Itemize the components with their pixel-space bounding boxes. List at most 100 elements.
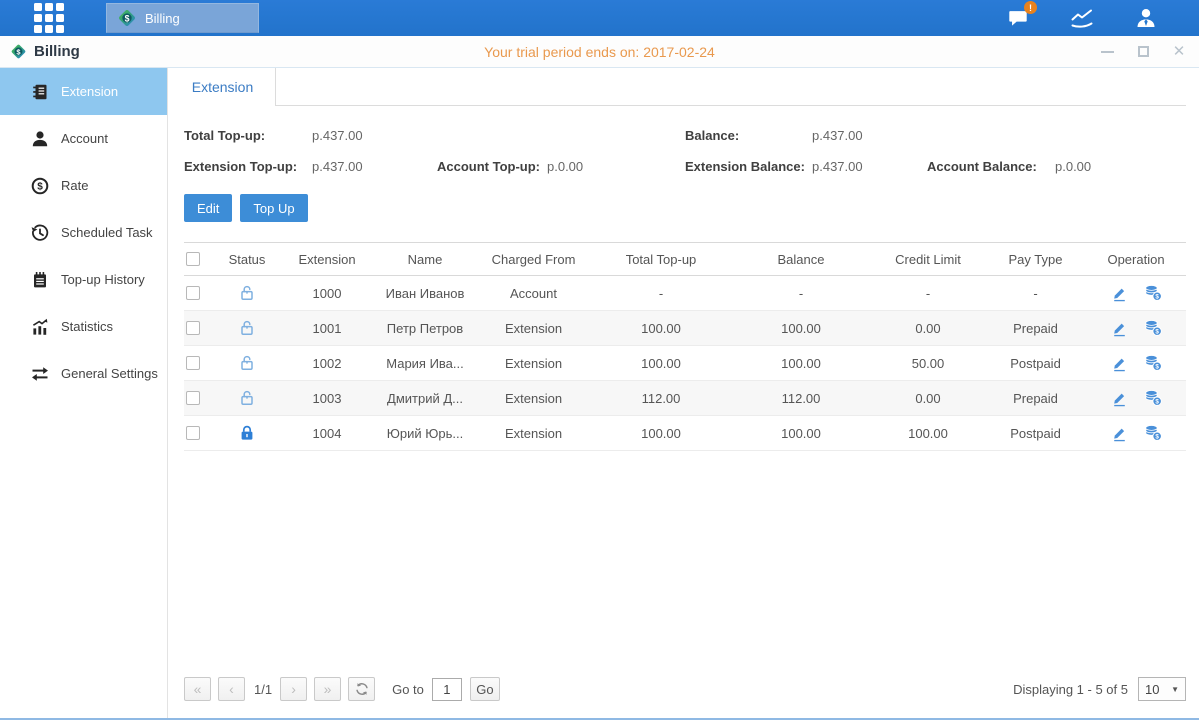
notepad-icon bbox=[30, 270, 49, 289]
svg-text:$: $ bbox=[37, 181, 43, 192]
topup-coins-icon[interactable]: $ bbox=[1144, 424, 1162, 442]
svg-text:$: $ bbox=[1155, 293, 1159, 300]
lock-icon[interactable] bbox=[238, 424, 256, 442]
sidebar-item-statistics[interactable]: Statistics bbox=[0, 303, 167, 350]
dropdown-arrow-icon: ▼ bbox=[1171, 685, 1179, 694]
cell-credit-limit: 0.00 bbox=[871, 321, 985, 336]
minimize-button[interactable] bbox=[1099, 44, 1115, 60]
page-size-value: 10 bbox=[1145, 682, 1159, 697]
header-total-topup: Total Top-up bbox=[591, 252, 731, 267]
prev-page-button[interactable]: ‹ bbox=[218, 677, 245, 701]
dollar-circle-icon: $ bbox=[30, 176, 49, 195]
last-page-button[interactable]: » bbox=[314, 677, 341, 701]
extension-balance-label: Extension Balance: bbox=[685, 159, 812, 174]
close-button[interactable]: ✕ bbox=[1171, 44, 1187, 60]
cell-pay-type: Prepaid bbox=[985, 321, 1086, 336]
history-clock-icon bbox=[30, 223, 49, 242]
svg-text:$: $ bbox=[1155, 363, 1159, 370]
cell-name: Юрий Юрь... bbox=[374, 426, 476, 441]
select-all-checkbox[interactable] bbox=[186, 252, 200, 266]
cell-pay-type: Postpaid bbox=[985, 356, 1086, 371]
cell-total-topup: 100.00 bbox=[591, 321, 731, 336]
cell-balance: 100.00 bbox=[731, 426, 871, 441]
topup-coins-icon[interactable]: $ bbox=[1144, 354, 1162, 372]
go-button[interactable]: Go bbox=[470, 677, 500, 701]
unlock-icon[interactable] bbox=[238, 284, 256, 302]
cell-total-topup: 100.00 bbox=[591, 426, 731, 441]
topup-coins-icon[interactable]: $ bbox=[1144, 319, 1162, 337]
notification-badge: ! bbox=[1024, 1, 1037, 14]
table-row: 1000 Иван Иванов Account - - - - $ bbox=[184, 276, 1186, 311]
cell-balance: 112.00 bbox=[731, 391, 871, 406]
page-size-select[interactable]: 10 ▼ bbox=[1138, 677, 1186, 701]
sidebar-item-topup-history[interactable]: Top-up History bbox=[0, 256, 167, 303]
edit-pencil-icon[interactable] bbox=[1110, 424, 1128, 442]
cell-total-topup: - bbox=[591, 286, 731, 301]
cell-credit-limit: 50.00 bbox=[871, 356, 985, 371]
header-status: Status bbox=[214, 252, 280, 267]
row-checkbox[interactable] bbox=[186, 286, 200, 300]
header-name: Name bbox=[374, 252, 476, 267]
first-page-button[interactable]: « bbox=[184, 677, 211, 701]
tab-extension[interactable]: Extension bbox=[170, 68, 276, 106]
svg-text:$: $ bbox=[1155, 328, 1159, 335]
header-balance: Balance bbox=[731, 252, 871, 267]
goto-page-input[interactable] bbox=[432, 678, 462, 701]
unlock-icon[interactable] bbox=[238, 319, 256, 337]
cell-charged-from: Extension bbox=[476, 321, 591, 336]
table-header-row: Status Extension Name Charged From Total… bbox=[184, 242, 1186, 276]
sidebar-item-general-settings[interactable]: General Settings bbox=[0, 350, 167, 397]
topup-coins-icon[interactable]: $ bbox=[1144, 284, 1162, 302]
refresh-button[interactable] bbox=[348, 677, 375, 701]
cell-name: Дмитрий Д... bbox=[374, 391, 476, 406]
account-topup-label: Account Top-up: bbox=[437, 159, 547, 174]
monitor-chart-icon[interactable] bbox=[1069, 6, 1095, 30]
goto-label: Go to bbox=[392, 682, 424, 697]
topup-coins-icon[interactable]: $ bbox=[1144, 389, 1162, 407]
row-checkbox[interactable] bbox=[186, 356, 200, 370]
header-extension: Extension bbox=[280, 252, 374, 267]
cell-pay-type: - bbox=[985, 286, 1086, 301]
row-checkbox[interactable] bbox=[186, 426, 200, 440]
cell-balance: - bbox=[731, 286, 871, 301]
extension-topup-value: p.437.00 bbox=[312, 159, 437, 174]
next-page-button[interactable]: › bbox=[280, 677, 307, 701]
unlock-icon[interactable] bbox=[238, 354, 256, 372]
edit-pencil-icon[interactable] bbox=[1110, 354, 1128, 372]
sidebar-item-account[interactable]: Account bbox=[0, 115, 167, 162]
cell-charged-from: Account bbox=[476, 286, 591, 301]
edit-pencil-icon[interactable] bbox=[1110, 319, 1128, 337]
top-up-button[interactable]: Top Up bbox=[240, 194, 307, 222]
extension-table: Status Extension Name Charged From Total… bbox=[184, 242, 1186, 451]
row-checkbox[interactable] bbox=[186, 321, 200, 335]
messages-icon[interactable]: ! bbox=[1005, 6, 1031, 30]
edit-pencil-icon[interactable] bbox=[1110, 389, 1128, 407]
tab-strip: Extension bbox=[170, 68, 1186, 106]
taskbar-tab-billing[interactable]: $ Billing bbox=[106, 3, 259, 33]
cell-extension: 1000 bbox=[280, 286, 374, 301]
user-icon[interactable] bbox=[1133, 6, 1159, 30]
cell-extension: 1003 bbox=[280, 391, 374, 406]
sidebar-item-label: General Settings bbox=[61, 366, 158, 381]
total-topup-label: Total Top-up: bbox=[184, 128, 312, 143]
sidebar-item-label: Rate bbox=[61, 178, 88, 193]
svg-text:$: $ bbox=[1155, 398, 1159, 405]
billing-app-window: $ Billing ! bbox=[0, 0, 1199, 720]
maximize-button[interactable] bbox=[1135, 44, 1151, 60]
edit-pencil-icon[interactable] bbox=[1110, 284, 1128, 302]
sidebar-item-label: Extension bbox=[61, 84, 118, 99]
sidebar-item-extension[interactable]: Extension bbox=[0, 68, 167, 115]
apps-grid-icon[interactable] bbox=[34, 3, 64, 33]
cell-name: Мария Ива... bbox=[374, 356, 476, 371]
total-topup-value: p.437.00 bbox=[312, 128, 363, 143]
sidebar-item-rate[interactable]: $ Rate bbox=[0, 162, 167, 209]
unlock-icon[interactable] bbox=[238, 389, 256, 407]
pagination-bar: « ‹ 1/1 › » Go to Go Displaying bbox=[184, 674, 1186, 704]
balance-value: p.437.00 bbox=[812, 128, 863, 143]
account-balance-label: Account Balance: bbox=[927, 159, 1055, 174]
sidebar-item-scheduled-task[interactable]: Scheduled Task bbox=[0, 209, 167, 256]
row-checkbox[interactable] bbox=[186, 391, 200, 405]
edit-button[interactable]: Edit bbox=[184, 194, 232, 222]
cell-credit-limit: 100.00 bbox=[871, 426, 985, 441]
cell-pay-type: Prepaid bbox=[985, 391, 1086, 406]
